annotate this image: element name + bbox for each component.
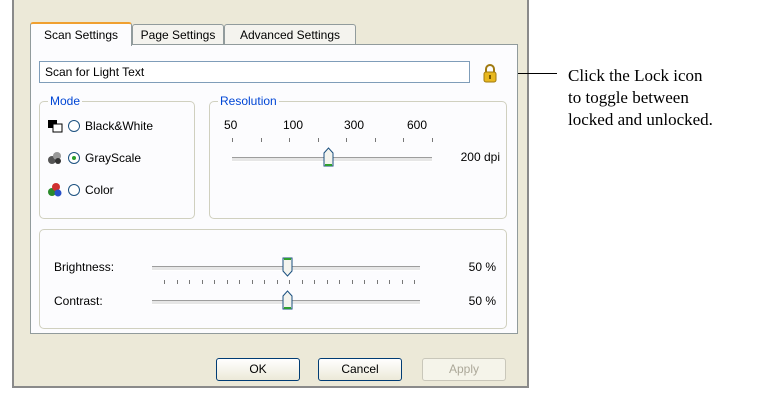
callout-line: locked and unlocked. (568, 110, 713, 129)
brightness-contrast-tick-mark (314, 280, 315, 284)
brightness-contrast-tick-mark (189, 280, 190, 284)
black-white-radio[interactable] (68, 120, 80, 132)
resolution-tick-label: 50 (224, 118, 238, 132)
grayscale-radio[interactable] (68, 152, 80, 164)
mode-option-black-white[interactable]: Black&White (46, 116, 153, 136)
tab-advanced-settings[interactable]: Advanced Settings (224, 24, 356, 46)
brightness-contrast-tick-mark (414, 280, 415, 284)
lock-callout: Click the Lock icon to toggle between lo… (568, 65, 768, 131)
resolution-group-title: Resolution (218, 94, 279, 108)
brightness-contrast-tick-mark (401, 280, 403, 284)
resolution-tick-mark (403, 138, 404, 142)
brightness-contrast-tick-mark (389, 280, 390, 284)
tab-page-settings[interactable]: Page Settings (132, 24, 224, 46)
mode-group-title: Mode (48, 94, 83, 108)
resolution-value: 200 dpi (460, 150, 500, 164)
resolution-slider-thumb[interactable] (323, 147, 334, 167)
resolution-tick-label: 300 (344, 118, 365, 132)
black-white-label: Black&White (85, 119, 154, 133)
contrast-label: Contrast: (54, 294, 103, 308)
resolution-tick-mark (431, 138, 433, 142)
mode-option-color[interactable]: Color (46, 180, 114, 200)
brightness-contrast-tick-mark (339, 280, 340, 284)
brightness-contrast-tick-mark (276, 280, 278, 284)
grayscale-icon (48, 152, 61, 164)
brightness-contrast-group: Brightness: 50 % Contrast: 50 % (39, 229, 507, 329)
brightness-contrast-tick-mark (214, 280, 215, 284)
brightness-contrast-tick-mark (351, 280, 353, 284)
scan-settings-panel: Scan for Light Text Mode Black&White Gra… (30, 44, 518, 334)
lock-icon[interactable] (481, 63, 499, 83)
resolution-tick-mark (289, 138, 290, 142)
grayscale-label: GrayScale (85, 151, 142, 165)
preset-name-field[interactable]: Scan for Light Text (39, 61, 470, 83)
callout-line: Click the Lock icon (568, 66, 703, 85)
brightness-contrast-tick-mark (376, 280, 378, 284)
brightness-contrast-tick-mark (176, 280, 178, 284)
resolution-tick-mark (232, 138, 233, 142)
resolution-tick-mark (260, 138, 262, 142)
color-label: Color (85, 183, 114, 197)
mode-option-grayscale[interactable]: GrayScale (46, 148, 141, 168)
resolution-tick-mark (374, 138, 376, 142)
color-radio[interactable] (68, 184, 80, 196)
resolution-tick-mark (346, 138, 347, 142)
apply-button[interactable]: Apply (422, 358, 506, 381)
tab-scan-settings[interactable]: Scan Settings (30, 22, 132, 46)
brightness-contrast-tick-mark (289, 280, 290, 284)
cancel-button[interactable]: Cancel (318, 358, 402, 381)
brightness-label: Brightness: (54, 260, 115, 274)
resolution-tick-label: 600 (407, 118, 428, 132)
resolution-group: Resolution 50 100 300 600 200 dpi (209, 94, 507, 219)
brightness-contrast-tick-mark (364, 280, 365, 284)
brightness-contrast-tick-mark (164, 280, 165, 284)
black-white-icon (48, 120, 63, 133)
brightness-slider-thumb[interactable] (282, 257, 293, 277)
ok-button[interactable]: OK (216, 358, 300, 381)
callout-line: to toggle between (568, 88, 689, 107)
brightness-contrast-tick-mark (301, 280, 303, 284)
brightness-contrast-tick-mark (251, 280, 253, 284)
color-icon (48, 183, 62, 197)
brightness-value: 50 % (468, 260, 496, 274)
brightness-contrast-tick-mark (264, 280, 265, 284)
resolution-tick-mark (317, 138, 319, 142)
brightness-contrast-tick-mark (239, 280, 240, 284)
brightness-contrast-tick-mark (326, 280, 328, 284)
contrast-slider-thumb[interactable] (282, 290, 293, 310)
brightness-contrast-tick-mark (201, 280, 203, 284)
mode-group: Mode Black&White GrayScale Color (39, 94, 195, 219)
brightness-contrast-tick-mark (226, 280, 228, 284)
contrast-value: 50 % (468, 294, 496, 308)
scanner-settings-dialog: Scan Settings Page Settings Advanced Set… (12, 0, 529, 388)
resolution-tick-label: 100 (283, 118, 304, 132)
